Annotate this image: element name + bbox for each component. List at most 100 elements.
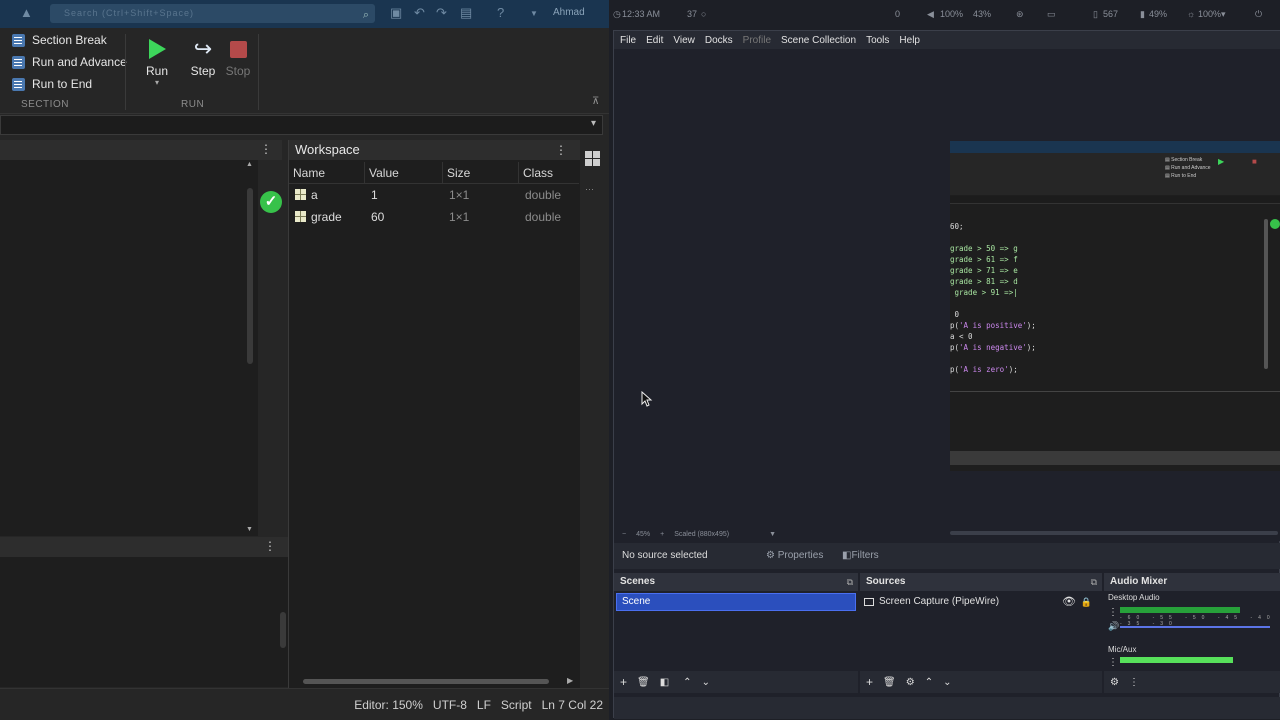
table-row[interactable]: grade 60 1×1 double [289, 206, 579, 228]
column-class[interactable]: Class [519, 162, 579, 184]
menu-view[interactable]: View [673, 35, 695, 46]
table-row[interactable]: a 1 1×1 double [289, 184, 579, 206]
speaker-icon[interactable]: 🔊 [1108, 621, 1119, 632]
undock-icon[interactable]: ⧉ [1091, 573, 1097, 591]
filters-button[interactable]: ◧Filters [836, 548, 885, 564]
menu-scene-collection[interactable]: Scene Collection [781, 35, 856, 46]
play-icon [148, 39, 166, 59]
save-icon[interactable]: ▣ [390, 5, 402, 21]
eye-icon[interactable]: 👁 [1062, 593, 1076, 611]
column-name[interactable]: Name [289, 161, 365, 184]
more-options-icon[interactable]: ⋮ [1108, 657, 1118, 668]
status-cursor-position[interactable]: Ln 7 Col 22 [542, 698, 603, 712]
scroll-right-icon[interactable]: ▶ [567, 676, 573, 685]
paste-icon[interactable]: ▤ [460, 5, 472, 21]
scenes-dock: Scenes ⧉ Scene + 🗑 ◧ ⌃ ⌄ [614, 573, 858, 693]
status-zoom[interactable]: Editor: 150% [354, 698, 423, 712]
menu-docks[interactable]: Docks [705, 35, 733, 46]
run-to-end-button[interactable]: Run to End [12, 74, 92, 94]
move-down-icon[interactable]: ⌄ [702, 677, 710, 688]
zoom-in-button[interactable]: + [660, 531, 664, 538]
scale-mode-select[interactable]: Scaled (880x495) [674, 531, 729, 538]
command-scrollbar[interactable] [280, 612, 286, 648]
move-up-icon[interactable]: ⌃ [683, 677, 691, 688]
command-window[interactable] [0, 557, 288, 687]
obs-status-bar [614, 697, 1280, 719]
sources-toolbar: + 🗑 ⚙ ⌃ ⌄ [860, 671, 1102, 693]
undock-icon[interactable]: ⧉ [847, 573, 853, 591]
lock-icon[interactable]: 🔒 [1081, 593, 1092, 611]
system-val: 43% [973, 9, 992, 19]
run-button[interactable]: Run ▾ [139, 34, 175, 87]
user-dropdown-icon[interactable]: ▼ [530, 9, 538, 18]
undo-icon[interactable]: ↶ [414, 5, 425, 21]
captured-code-line: 0 [950, 310, 960, 319]
workspace-panel: Workspace ⋮ Name Value Size Class a 1 1×… [288, 140, 581, 688]
redo-icon[interactable]: ↷ [436, 5, 447, 21]
more-options-icon[interactable]: ⋮ [1108, 607, 1118, 618]
scroll-up-icon[interactable]: ▲ [246, 161, 253, 168]
user-name[interactable]: Ahmad [553, 7, 585, 18]
menu-help[interactable]: Help [899, 35, 920, 46]
workspace-table: Name Value Size Class a 1 1×1 double gra… [289, 161, 579, 228]
source-item[interactable]: Screen Capture (PipeWire) 👁 🔒 [864, 593, 1098, 611]
section-break-button[interactable]: Section Break [12, 30, 107, 50]
zoom-out-button[interactable]: − [622, 531, 626, 538]
workspace-title: Workspace ⋮ [289, 140, 581, 160]
menu-profile[interactable]: Profile [743, 35, 771, 46]
filter-icon[interactable]: ◧ [660, 677, 669, 688]
scene-item[interactable]: Scene [616, 593, 856, 611]
trash-icon[interactable]: 🗑 [637, 677, 650, 688]
scroll-down-icon[interactable]: ▼ [246, 526, 253, 533]
search-icon[interactable]: ⌕ [363, 6, 369, 25]
more-options-icon[interactable]: ⋮ [260, 142, 272, 156]
move-up-icon[interactable]: ⌃ [925, 677, 933, 688]
desktop-volume-slider[interactable] [1120, 626, 1270, 628]
menu-file[interactable]: File [620, 35, 636, 46]
more-options-icon[interactable]: ⋮ [264, 539, 276, 553]
run-dropdown-icon[interactable]: ▾ [139, 78, 175, 87]
step-button[interactable]: ↪ Step [185, 34, 221, 78]
add-icon[interactable]: + [620, 675, 627, 689]
obs-area: ◷ 12:33 AM 37 ○ 0 ◀ 100% 43% ⊛ ▭ ▯ 567 ▮… [609, 0, 1280, 720]
more-options-icon[interactable]: ⋮ [1129, 677, 1139, 688]
collapse-ribbon-icon[interactable]: ⊼ [592, 96, 599, 107]
trash-icon[interactable]: 🗑 [883, 677, 896, 688]
gear-icon[interactable]: ⚙ [906, 677, 915, 688]
search-input[interactable]: Search (Ctrl+Shift+Space) ⌕ [50, 4, 375, 23]
workspace-hscrollbar[interactable] [303, 679, 549, 684]
search-placeholder: Search (Ctrl+Shift+Space) [64, 8, 195, 18]
system-val: 567 [1103, 9, 1119, 19]
status-eol[interactable]: LF [477, 698, 491, 712]
status-filetype[interactable]: Script [501, 698, 532, 712]
network-icon: ⊛ [1016, 9, 1024, 19]
menu-edit[interactable]: Edit [646, 35, 663, 46]
captured-code-line: a < 0 [950, 332, 973, 341]
code-ok-icon[interactable]: ✓ [260, 191, 282, 213]
captured-code-line [950, 232, 1266, 243]
ellipsis-icon[interactable]: ⋯ [585, 184, 594, 195]
status-encoding[interactable]: UTF-8 [433, 698, 467, 712]
chevron-down-icon[interactable]: ▼ [769, 531, 776, 538]
code-editor[interactable]: ▲ ▼ [0, 160, 258, 536]
properties-button[interactable]: ⚙ Properties [760, 548, 829, 564]
more-options-icon[interactable]: ⋮ [555, 140, 567, 160]
captured-code-line [950, 298, 1266, 309]
command-window-header: ⋮ [0, 537, 288, 557]
preview-hscrollbar[interactable] [950, 531, 1278, 535]
stop-button[interactable]: Stop [220, 34, 256, 78]
move-down-icon[interactable]: ⌄ [943, 677, 951, 688]
run-and-advance-button[interactable]: Run and Advance [12, 52, 127, 72]
chevron-down-icon[interactable]: ▾ [591, 118, 596, 129]
editor-scrollbar[interactable] [247, 188, 253, 364]
menu-tools[interactable]: Tools [866, 35, 889, 46]
matlab-logo-icon: ▲ [20, 5, 33, 20]
column-value[interactable]: Value [365, 161, 443, 184]
help-icon[interactable]: ? [497, 5, 504, 20]
preview-canvas[interactable]: ▤ Section Break ▤ Run and Advance ▤ Run … [614, 49, 1280, 527]
advanced-audio-icon[interactable]: ⚙ [1110, 677, 1119, 688]
layout-grid-icon[interactable] [585, 151, 600, 166]
add-icon[interactable]: + [866, 675, 873, 689]
column-size[interactable]: Size [443, 161, 519, 184]
current-folder-bar[interactable]: ▾ [0, 115, 603, 135]
